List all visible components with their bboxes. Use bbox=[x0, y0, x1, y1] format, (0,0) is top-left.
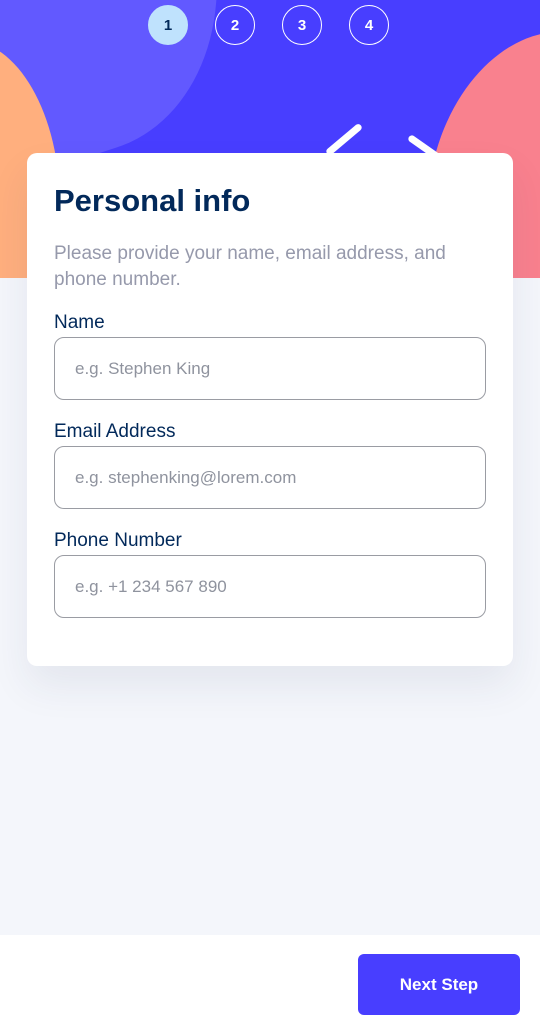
step-indicator: 1 2 3 4 bbox=[148, 5, 389, 45]
phone-field-group: Phone Number bbox=[54, 530, 486, 618]
step-4-indicator[interactable]: 4 bbox=[349, 5, 389, 45]
name-label: Name bbox=[54, 312, 105, 333]
name-field-group: Name bbox=[54, 312, 486, 400]
phone-label: Phone Number bbox=[54, 530, 182, 551]
page-title: Personal info bbox=[54, 183, 251, 218]
email-label: Email Address bbox=[54, 421, 176, 442]
personal-info-card: Personal info Please provide your name, … bbox=[27, 153, 513, 666]
step-1-indicator[interactable]: 1 bbox=[148, 5, 188, 45]
step-2-indicator[interactable]: 2 bbox=[215, 5, 255, 45]
step-3-indicator[interactable]: 3 bbox=[282, 5, 322, 45]
footer-bar: Next Step bbox=[0, 935, 540, 1015]
email-input[interactable] bbox=[54, 446, 486, 509]
name-input[interactable] bbox=[54, 337, 486, 400]
email-field-group: Email Address bbox=[54, 421, 486, 509]
next-step-button[interactable]: Next Step bbox=[358, 954, 520, 1015]
phone-input[interactable] bbox=[54, 555, 486, 618]
page-subtitle: Please provide your name, email address,… bbox=[54, 243, 446, 290]
decorative-stroke bbox=[324, 122, 364, 157]
